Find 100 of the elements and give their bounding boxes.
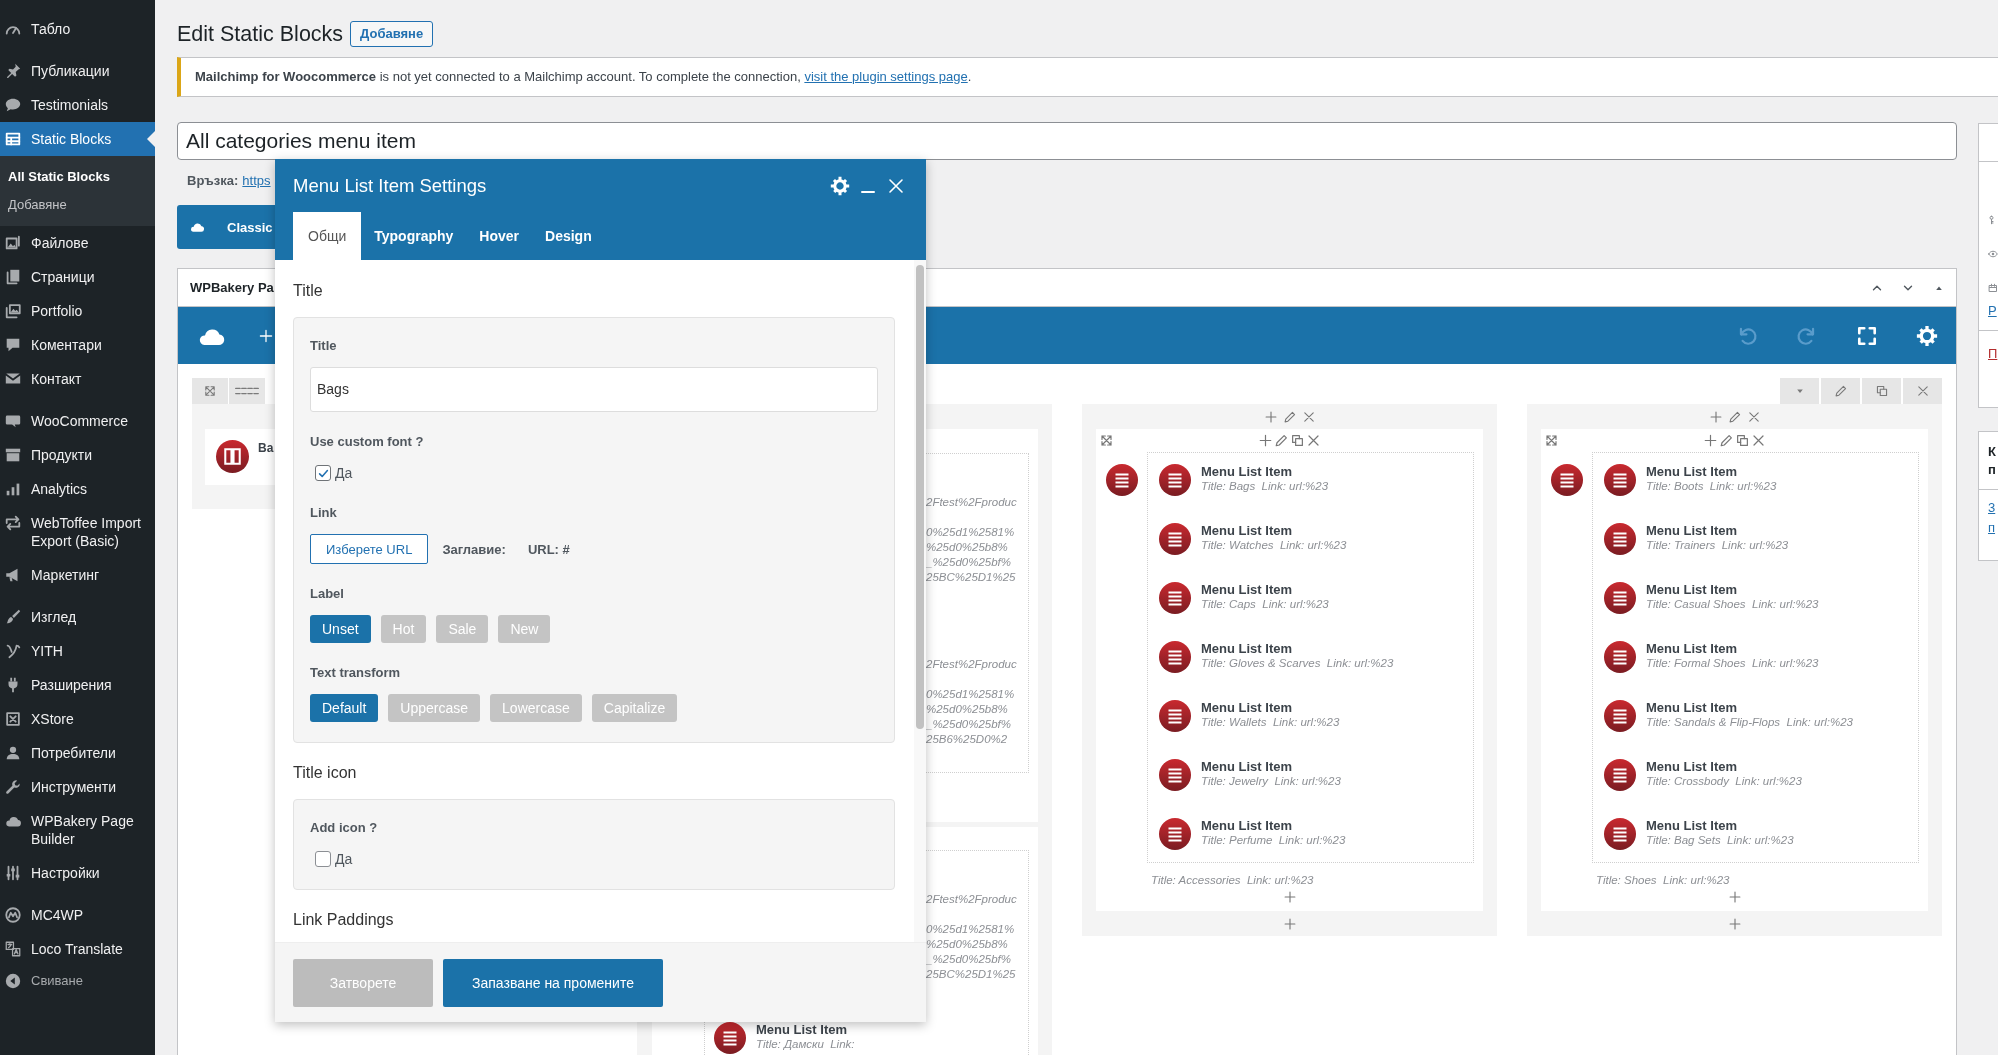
list-icon bbox=[1550, 464, 1583, 496]
menu-list-element[interactable]: Menu List Item Title: Bag Sets Link: url:%23 bbox=[1604, 818, 1918, 850]
pencil-icon[interactable] bbox=[1274, 433, 1289, 448]
checkbox-label[interactable]: Да bbox=[335, 463, 353, 483]
sliders-icon bbox=[4, 864, 22, 882]
close-icon[interactable] bbox=[1306, 433, 1321, 448]
url-fragment-text: _%25d0%25bf% bbox=[926, 952, 1013, 967]
panel-link[interactable]: 3 bbox=[1988, 498, 1998, 518]
collapse-menu-button[interactable]: Свиване bbox=[0, 966, 155, 996]
expand-icon[interactable] bbox=[1544, 433, 1559, 448]
menu-item[interactable]: Файлове bbox=[0, 226, 155, 260]
menu-item[interactable]: Разширения bbox=[0, 668, 155, 702]
menu-list-element[interactable]: Menu List Item Title: Watches Link: url:%23 bbox=[1159, 523, 1473, 555]
menu-list-element[interactable]: Menu List Item Title: Gloves & Scarves Link: url:%23 bbox=[1159, 641, 1473, 673]
plus-icon[interactable] bbox=[1727, 890, 1742, 904]
menu-list-element[interactable]: Menu List Item Title: Jewelry Link: url:%23 bbox=[1159, 759, 1473, 791]
menu-item[interactable]: Коментари bbox=[0, 328, 155, 362]
menu-item[interactable]: Публикации bbox=[0, 54, 155, 88]
expand-icon[interactable] bbox=[1099, 433, 1114, 448]
tab[interactable]: Typography bbox=[361, 212, 467, 260]
speech-bubble-icon bbox=[4, 96, 22, 114]
tab[interactable]: Hover bbox=[466, 212, 532, 260]
panel-link[interactable]: п bbox=[1988, 518, 1998, 538]
close-icon[interactable] bbox=[1746, 409, 1761, 424]
menu-list-element[interactable]: Menu List Item Title: Bags Link: url:%23 bbox=[1159, 464, 1473, 496]
plus-icon[interactable] bbox=[1282, 890, 1297, 904]
toggle-button[interactable] bbox=[1780, 378, 1819, 404]
settings-icon[interactable] bbox=[830, 175, 850, 196]
text-field[interactable]: Bags bbox=[310, 367, 878, 412]
pencil-icon[interactable] bbox=[1282, 409, 1297, 424]
menu-item[interactable]: YITH bbox=[0, 634, 155, 668]
menu-list-element[interactable]: Menu List Item Title: Wallets Link: url:%23 bbox=[1159, 700, 1473, 732]
close-icon[interactable] bbox=[1301, 409, 1316, 424]
expand-button[interactable] bbox=[192, 378, 228, 404]
add-new-button[interactable]: Добавяне bbox=[350, 21, 434, 47]
menu-list-element[interactable]: Menu List Item Title: Formal Shoes Link: url:%23 bbox=[1604, 641, 1918, 673]
fullscreen-icon[interactable] bbox=[1856, 324, 1878, 347]
menu-list-element[interactable]: Menu List Item Title: Caps Link: url:%23 bbox=[1159, 582, 1473, 614]
menu-list-element[interactable]: Menu List Item Title: Дамски Link: bbox=[714, 1022, 1028, 1054]
plus-icon[interactable] bbox=[258, 327, 274, 344]
option-button[interactable]: Default bbox=[310, 694, 379, 722]
menu-item[interactable]: WebToffee Import Export (Basic) bbox=[0, 506, 155, 558]
menu-item[interactable]: Изглед bbox=[0, 600, 155, 634]
menu-item[interactable]: Контакт bbox=[0, 362, 155, 396]
option-button[interactable]: Unset bbox=[310, 615, 371, 643]
plus-icon[interactable] bbox=[1727, 917, 1742, 931]
menu-item[interactable]: MC4WP bbox=[0, 898, 155, 932]
pencil-icon[interactable] bbox=[1719, 433, 1734, 448]
settings-icon[interactable] bbox=[1916, 324, 1938, 347]
select-url-button[interactable]: Изберете URL bbox=[310, 534, 429, 564]
layout-button[interactable] bbox=[229, 378, 265, 404]
menu-list-element[interactable]: Menu List Item Title: Perfume Link: url:%23 bbox=[1159, 818, 1473, 850]
settings-link[interactable]: visit the plugin settings page bbox=[804, 69, 968, 84]
clone-button[interactable] bbox=[1862, 378, 1901, 404]
menu-list-element[interactable]: Menu List Item Title: Sandals & Flip-Flops Link: url:%23 bbox=[1604, 700, 1918, 732]
title-field[interactable]: All categories menu item bbox=[177, 122, 1957, 160]
tab[interactable]: Общи bbox=[293, 212, 362, 260]
plus-icon[interactable] bbox=[1258, 433, 1273, 448]
tab[interactable]: Design bbox=[532, 212, 605, 260]
menu-item[interactable]: Табло bbox=[0, 12, 155, 46]
checkbox[interactable] bbox=[315, 465, 331, 481]
plus-icon[interactable] bbox=[1282, 917, 1297, 931]
submenu-item[interactable]: All Static Blocks bbox=[0, 163, 155, 191]
menu-item[interactable]: Потребители bbox=[0, 736, 155, 770]
submenu-item[interactable]: Добавяне bbox=[0, 191, 155, 219]
menu-item[interactable]: Loco Translate bbox=[0, 932, 155, 966]
menu-item[interactable]: Продукти bbox=[0, 438, 155, 472]
menu-item[interactable]: Testimonials bbox=[0, 88, 155, 122]
menu-item[interactable]: Настройки bbox=[0, 856, 155, 890]
menu-item[interactable]: XStore bbox=[0, 702, 155, 736]
menu-item[interactable]: Маркетинг bbox=[0, 558, 155, 592]
menu-list-element[interactable]: Menu List Item Title: Casual Shoes Link: url:%23 bbox=[1604, 582, 1918, 614]
scrollbar-thumb[interactable] bbox=[916, 265, 924, 729]
plus-icon[interactable] bbox=[1708, 409, 1723, 424]
checkbox[interactable] bbox=[315, 851, 331, 867]
menu-list-element[interactable]: Menu List Item Title: Crossbody Link: url:%23 bbox=[1604, 759, 1918, 791]
menu-item[interactable]: Analytics bbox=[0, 472, 155, 506]
scrollbar-track[interactable] bbox=[914, 260, 926, 942]
menu-item[interactable]: Portfolio bbox=[0, 294, 155, 328]
menu-item[interactable]: Инструменти bbox=[0, 770, 155, 804]
menu-item[interactable]: Static Blocks bbox=[0, 122, 155, 156]
menu-item[interactable]: Страници bbox=[0, 260, 155, 294]
copy-icon[interactable] bbox=[1290, 433, 1305, 448]
plus-icon[interactable] bbox=[1263, 409, 1278, 424]
copy-icon[interactable] bbox=[1735, 433, 1750, 448]
pencil-icon[interactable] bbox=[1727, 409, 1742, 424]
permalink-link[interactable]: https bbox=[242, 171, 271, 191]
section-heading: Title icon bbox=[293, 763, 358, 783]
trash-link[interactable]: П bbox=[1988, 346, 1998, 362]
checkbox-label[interactable]: Да bbox=[335, 849, 353, 869]
menu-item[interactable]: WPBakery Page Builder bbox=[0, 804, 155, 856]
menu-list-element[interactable]: Menu List Item Title: Trainers Link: url:%23 bbox=[1604, 523, 1918, 555]
menu-item[interactable]: WooCommerce bbox=[0, 404, 155, 438]
panel-link[interactable]: P bbox=[1988, 303, 1998, 319]
section-heading: Link Paddings bbox=[293, 910, 395, 930]
close-icon[interactable] bbox=[1751, 433, 1766, 448]
edit-button[interactable] bbox=[1821, 378, 1860, 404]
menu-list-element[interactable]: Menu List Item Title: Boots Link: url:%23 bbox=[1604, 464, 1918, 496]
save-button[interactable]: Запазване на промените bbox=[443, 958, 663, 1007]
plus-icon[interactable] bbox=[1703, 433, 1718, 448]
